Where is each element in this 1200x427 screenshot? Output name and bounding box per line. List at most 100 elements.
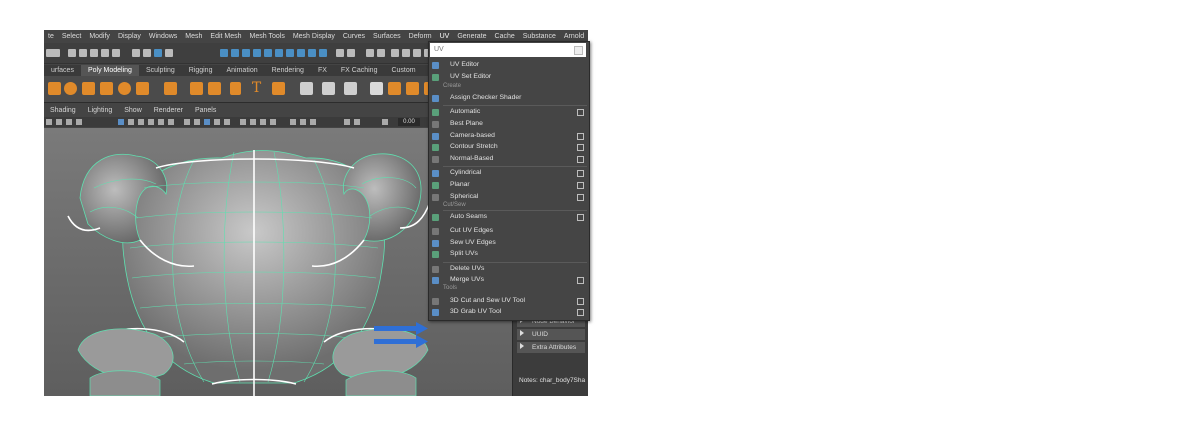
- panel-menu-panels[interactable]: Panels: [189, 106, 222, 116]
- shelf-tab-custom[interactable]: Custom: [384, 65, 422, 76]
- plane-icon[interactable]: [136, 82, 149, 95]
- mode-icon[interactable]: [46, 49, 60, 57]
- sphere-icon[interactable]: [64, 82, 77, 95]
- open-scene-icon[interactable]: [79, 49, 87, 57]
- camera-select-icon[interactable]: [46, 119, 52, 125]
- clear-search-icon[interactable]: [574, 46, 583, 55]
- render-settings-icon[interactable]: [366, 49, 374, 57]
- menu-curves[interactable]: Curves: [339, 33, 369, 40]
- shelf-tab-fx[interactable]: FX: [311, 65, 334, 76]
- field-chart-icon[interactable]: [158, 119, 164, 125]
- menu-surfaces[interactable]: Surfaces: [369, 33, 405, 40]
- snap-curve-icon[interactable]: [231, 49, 239, 57]
- option-box-icon[interactable]: [577, 298, 584, 305]
- ambient-occlusion-icon[interactable]: [250, 119, 256, 125]
- attr-uuid[interactable]: UUID: [517, 329, 585, 340]
- separate-icon[interactable]: [322, 82, 335, 95]
- exposure-field[interactable]: 0.00: [398, 118, 420, 126]
- undo-icon[interactable]: [101, 49, 109, 57]
- motion-blur-icon[interactable]: [260, 119, 266, 125]
- option-box-icon[interactable]: [577, 194, 584, 201]
- option-box-icon[interactable]: [577, 144, 584, 151]
- select-object-icon[interactable]: [143, 49, 151, 57]
- menu-item-uv-set-editor[interactable]: UV Set Editor: [429, 72, 589, 83]
- redo-icon[interactable]: [112, 49, 120, 57]
- shadows-icon[interactable]: [240, 119, 246, 125]
- smooth-shade-icon[interactable]: [194, 119, 200, 125]
- torus-icon[interactable]: [118, 82, 131, 95]
- magnet-icon[interactable]: [391, 49, 399, 57]
- xray-icon[interactable]: [300, 119, 306, 125]
- image-plane-icon[interactable]: [76, 119, 82, 125]
- snap-view-icon[interactable]: [253, 49, 261, 57]
- attr-extra-attributes[interactable]: Extra Attributes: [517, 342, 585, 353]
- ipr-icon[interactable]: [347, 49, 355, 57]
- superellipse-icon[interactable]: [230, 82, 241, 95]
- gate-mask-icon[interactable]: [148, 119, 154, 125]
- extrude-icon[interactable]: [388, 82, 401, 95]
- menu-item-sew-uv-edges[interactable]: Sew UV Edges: [429, 238, 589, 249]
- smooth-icon[interactable]: [344, 82, 357, 95]
- snap-surface-icon[interactable]: [264, 49, 272, 57]
- cylinder-icon[interactable]: [82, 82, 95, 95]
- shelf-tab-rigging[interactable]: Rigging: [182, 65, 220, 76]
- menu-item-3d-grab-uv-tool[interactable]: 3D Grab UV Tool: [429, 307, 589, 318]
- text-icon[interactable]: T: [250, 81, 263, 95]
- construction-icon[interactable]: [319, 49, 327, 57]
- shelf-tab-animation[interactable]: Animation: [219, 65, 264, 76]
- wireframe-on-shaded-icon[interactable]: [204, 119, 210, 125]
- menu-modify[interactable]: Modify: [85, 33, 114, 40]
- menu-item-split-uvs[interactable]: Split UVs: [429, 249, 589, 260]
- snap-face-icon[interactable]: [286, 49, 294, 57]
- film-gate-icon[interactable]: [128, 119, 134, 125]
- snap-point-icon[interactable]: [242, 49, 250, 57]
- bridge-icon[interactable]: [406, 82, 419, 95]
- bookmark-icon[interactable]: [66, 119, 72, 125]
- menu-item-auto-seams[interactable]: Auto Seams: [429, 212, 589, 223]
- color-management-icon[interactable]: [382, 119, 388, 125]
- shelf-tab-sculpting[interactable]: Sculpting: [139, 65, 182, 76]
- select-hierarchy-icon[interactable]: [132, 49, 140, 57]
- wireframe-icon[interactable]: [184, 119, 190, 125]
- panel-menu-lighting[interactable]: Lighting: [82, 106, 119, 116]
- render-icon[interactable]: [336, 49, 344, 57]
- exposure-icon[interactable]: [344, 119, 350, 125]
- combine-icon[interactable]: [300, 82, 313, 95]
- menu-mesh-display[interactable]: Mesh Display: [289, 33, 339, 40]
- option-box-icon[interactable]: [577, 156, 584, 163]
- menu-edit-mesh[interactable]: Edit Mesh: [206, 33, 245, 40]
- menu-item-automatic[interactable]: Automatic: [429, 107, 589, 118]
- menu-arnold[interactable]: Arnold: [560, 33, 588, 40]
- history-icon[interactable]: [308, 49, 316, 57]
- menu-item-uv-editor[interactable]: UV Editor: [429, 60, 589, 71]
- textured-icon[interactable]: [214, 119, 220, 125]
- cube-icon[interactable]: [48, 82, 61, 95]
- lights-icon[interactable]: [224, 119, 230, 125]
- anti-alias-icon[interactable]: [270, 119, 276, 125]
- vertex-icon[interactable]: [165, 49, 173, 57]
- sculpt-icon[interactable]: [413, 49, 421, 57]
- platonic-icon[interactable]: [190, 82, 203, 95]
- boolean-icon[interactable]: [370, 82, 383, 95]
- menu-windows[interactable]: Windows: [145, 33, 181, 40]
- option-box-icon[interactable]: [577, 309, 584, 316]
- shelf-tab-fx-caching[interactable]: FX Caching: [334, 65, 385, 76]
- camera-attr-icon[interactable]: [56, 119, 62, 125]
- isolate-select-icon[interactable]: [290, 119, 296, 125]
- menu-item-camera-based[interactable]: Camera-based: [429, 131, 589, 142]
- menu-item-contour-stretch[interactable]: Contour Stretch: [429, 142, 589, 153]
- menu-mesh-tools[interactable]: Mesh Tools: [246, 33, 289, 40]
- menu-item-planar[interactable]: Planar: [429, 180, 589, 191]
- option-box-icon[interactable]: [577, 214, 584, 221]
- menu-item-3d-cut-and-sew-uv-tool[interactable]: 3D Cut and Sew UV Tool: [429, 296, 589, 307]
- save-scene-icon[interactable]: [90, 49, 98, 57]
- menu-generate[interactable]: Generate: [453, 33, 490, 40]
- grid-toggle-icon[interactable]: [118, 119, 124, 125]
- menu-cache[interactable]: Cache: [491, 33, 519, 40]
- menu-select[interactable]: Select: [58, 33, 85, 40]
- option-box-icon[interactable]: [577, 109, 584, 116]
- menu-mesh[interactable]: Mesh: [181, 33, 206, 40]
- hypershade-icon[interactable]: [377, 49, 385, 57]
- option-box-icon[interactable]: [577, 133, 584, 140]
- menu-item-normal-based[interactable]: Normal-Based: [429, 154, 589, 165]
